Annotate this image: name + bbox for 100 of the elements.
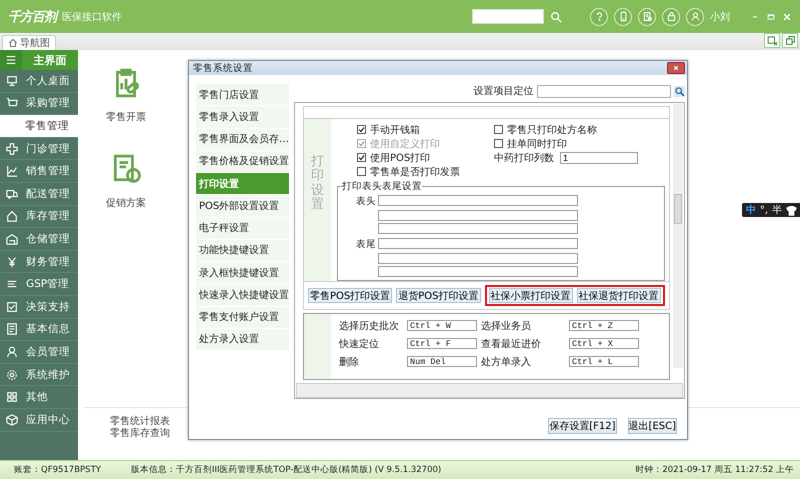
hotkey-label: 选择历史批次 [339, 320, 400, 333]
close-tabs-button[interactable] [764, 33, 780, 48]
checkbox[interactable] [494, 139, 503, 148]
settings-nav-item[interactable]: 处方录入设置 [196, 328, 289, 351]
document-icon [6, 323, 18, 336]
sidebar-item[interactable]: 零售管理 [0, 115, 78, 138]
version-info: 版本信息：千方百剂III医药管理系统TOP-配送中心版(精简版) (V 9.5.1.32700) [130, 464, 442, 476]
checklist-icon [6, 300, 18, 313]
search-field[interactable] [472, 9, 544, 24]
print-settings-button[interactable]: 社保退货打印设置 [576, 288, 660, 303]
yen-icon [6, 256, 18, 268]
columns-label: 中药打印列数 [494, 152, 554, 164]
column-background [304, 314, 331, 379]
window-close-icon [766, 35, 778, 46]
cube-icon [6, 414, 18, 426]
close-icon [672, 64, 680, 72]
print-settings-button[interactable]: 社保小票打印设置 [488, 288, 572, 303]
cross-icon [6, 142, 18, 155]
clock: 时钟：2021-09-17 周五 11:27:52 上午 [635, 464, 794, 476]
menu-button[interactable] [0, 50, 22, 70]
header-line-field[interactable] [378, 195, 578, 206]
shirt-icon [786, 204, 797, 216]
dialog-title: 零售系统设置 [193, 62, 253, 74]
header-line-field[interactable] [378, 210, 578, 221]
hotkey-label: 删除 [339, 356, 360, 369]
dialog-button[interactable]: 保存设置[F12] [548, 418, 617, 434]
checkbox[interactable] [494, 125, 503, 134]
clipboard-button[interactable] [638, 8, 656, 26]
settings-nav-item[interactable]: 零售录入设置 [196, 106, 289, 128]
settings-nav-item[interactable]: POS外部设置设置 [196, 195, 289, 218]
hotkey-field[interactable]: Ctrl + Z [569, 320, 639, 331]
locate-label: 设置项目定位 [474, 84, 534, 98]
settings-nav-item[interactable]: 打印设置 [196, 173, 289, 196]
hotkey-label: 选择业务员 [481, 320, 532, 333]
lock-icon [666, 11, 676, 22]
receipt-tag-icon [111, 154, 141, 184]
maximize-icon [766, 12, 776, 22]
settings-nav-item[interactable]: 快速录入快捷键设置 [196, 284, 289, 306]
user-button[interactable] [686, 8, 704, 26]
settings-nav-item[interactable]: 零售门店设置 [196, 84, 289, 106]
monitor-icon [6, 74, 18, 87]
shortcut-label[interactable]: 促销方案 [106, 196, 146, 210]
user-name: 小刘 [710, 10, 730, 24]
truck-icon [6, 188, 18, 200]
option-label: 使用自定义打印 [370, 138, 440, 150]
product-name: 医保接口软件 [62, 10, 122, 24]
hotkey-field[interactable]: Ctrl + F [407, 338, 477, 349]
hotkey-field[interactable]: Num Del [407, 356, 477, 367]
sidebar-title: 主界面 [32, 52, 68, 68]
dialog-close-button[interactable] [667, 62, 685, 74]
warehouse-icon [6, 232, 18, 245]
search-icon[interactable] [674, 86, 684, 96]
columns-field[interactable]: 1 [560, 152, 638, 164]
house-icon [6, 210, 18, 222]
phone-button[interactable] [614, 8, 632, 26]
scrollbar[interactable] [672, 104, 682, 368]
checkbox[interactable] [357, 125, 366, 134]
settings-nav-item[interactable]: 零售界面及会员存… [196, 128, 289, 151]
footer-line-field[interactable] [378, 253, 578, 264]
hotkey-label: 查看最近进价 [481, 338, 542, 351]
checkbox[interactable] [357, 153, 366, 162]
restore-button[interactable] [782, 33, 798, 48]
user-icon [690, 11, 700, 22]
close-icon [782, 12, 792, 22]
restore-icon [784, 35, 796, 46]
section-label: 打印设置 [311, 155, 324, 214]
navigation-tab[interactable]: 导航图 [2, 35, 56, 50]
shortcut-label[interactable]: 零售开票 [106, 110, 146, 124]
hotkey-label: 处方单录入 [481, 356, 532, 369]
header-line-field[interactable] [378, 223, 578, 234]
clipboard-icon [642, 11, 652, 22]
hotkey-field[interactable]: Ctrl + W [407, 320, 477, 331]
settings-nav-item[interactable]: 录入框快捷键设置 [196, 262, 289, 284]
dialog-button[interactable]: 退出[ESC] [628, 418, 677, 434]
ime-toolbar[interactable]: 中 °, 半 [742, 203, 800, 217]
group-title: 打印表头表尾设置 [342, 180, 422, 193]
settings-nav-item[interactable]: 电子秤设置 [196, 218, 289, 240]
hotkey-field[interactable]: Ctrl + L [569, 356, 639, 367]
chart-icon [6, 165, 18, 178]
menu-icon [5, 54, 17, 66]
account-info: 账套：QF9517BPSTY [14, 464, 101, 476]
hotkey-label: 快速定位 [339, 338, 380, 351]
grid-icon [6, 391, 18, 404]
gear-icon [6, 368, 18, 381]
checkbox[interactable] [357, 167, 366, 176]
print-settings-button[interactable]: 退货POS打印设置 [396, 288, 480, 303]
footer-line-field[interactable] [378, 238, 578, 249]
hotkey-field[interactable]: Ctrl + X [569, 338, 639, 349]
settings-nav-item[interactable]: 功能快捷键设置 [196, 240, 289, 262]
person-icon [6, 346, 18, 358]
print-settings-button[interactable]: 零售POS打印设置 [308, 288, 392, 303]
locate-field[interactable] [536, 84, 670, 98]
footer-line-field[interactable] [378, 266, 578, 277]
header-label: 表头 [355, 195, 377, 208]
lock-button[interactable] [662, 8, 680, 26]
option-label: 手动开钱箱 [370, 124, 420, 136]
help-button[interactable] [590, 8, 608, 26]
settings-nav-item[interactable]: 零售支付账户设置 [196, 306, 289, 329]
option-label: 挂单同时打印 [507, 138, 567, 150]
phone-icon [618, 11, 628, 22]
